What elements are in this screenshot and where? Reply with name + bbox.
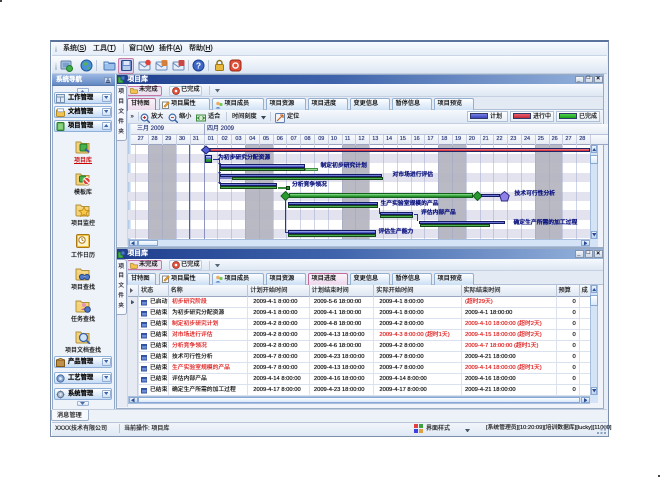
- svg-text:?: ?: [196, 61, 201, 71]
